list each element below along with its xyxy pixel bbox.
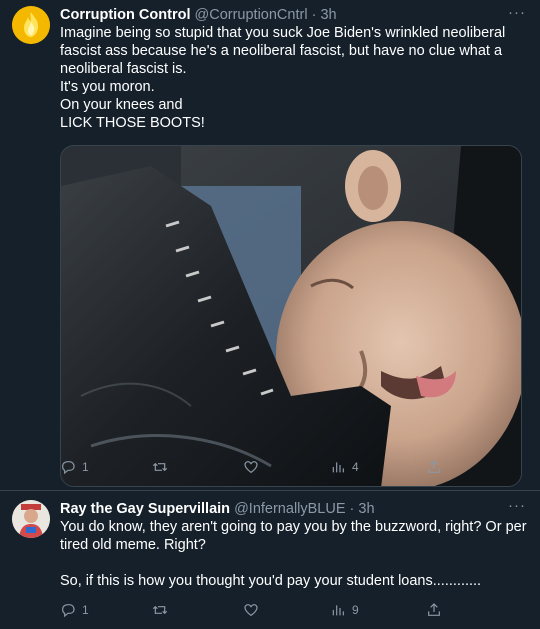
handle[interactable]: @CorruptionCntrl: [195, 7, 308, 23]
reply-count: 1: [82, 460, 89, 474]
photo-man-licking-boot-icon: [61, 146, 521, 486]
tweet-header: Corruption Control @CorruptionCntrl · 3h: [60, 6, 528, 24]
tweet[interactable]: Corruption Control @CorruptionCntrl · 3h…: [0, 0, 540, 490]
handle[interactable]: @InfernallyBLUE: [234, 501, 345, 517]
share-button[interactable]: [426, 600, 442, 620]
tweet-text-line: On your knees and: [60, 97, 183, 113]
tweet-photo[interactable]: [60, 145, 522, 487]
avatar[interactable]: [12, 500, 50, 538]
tweet-text-line: Imagine being so stupid that you suck Jo…: [60, 25, 506, 41]
share-icon: [428, 460, 440, 473]
reply-icon: [62, 604, 75, 618]
tweet-actions: 1 4: [60, 457, 480, 477]
like-button[interactable]: [243, 457, 265, 477]
tweet-content: Corruption Control @CorruptionCntrl · 3h…: [60, 6, 528, 132]
like-button[interactable]: [243, 600, 265, 620]
separator-dot: ·: [349, 501, 355, 517]
tweet[interactable]: Ray the Gay Supervillain @InfernallyBLUE…: [0, 490, 540, 629]
retweet-icon: [152, 605, 168, 615]
reply-icon: [62, 461, 75, 475]
heart-icon: [244, 604, 258, 617]
views-button[interactable]: 9: [330, 600, 359, 620]
view-count: 9: [352, 603, 359, 617]
tweet-text-line: tired old meme. Right?: [60, 537, 206, 553]
user-avatar-icon: [12, 500, 50, 538]
retweet-icon: [152, 462, 168, 472]
display-name[interactable]: Ray the Gay Supervillain: [60, 501, 230, 517]
separator-dot: ·: [311, 7, 317, 23]
views-button[interactable]: 4: [330, 457, 359, 477]
flame-avatar-icon: [12, 6, 50, 44]
tweet-text-line: LICK THOSE BOOTS!: [60, 115, 205, 131]
share-button[interactable]: [426, 457, 442, 477]
timestamp[interactable]: 3h: [358, 501, 374, 517]
tweet-header: Ray the Gay Supervillain @InfernallyBLUE…: [60, 500, 528, 518]
tweet-content: Ray the Gay Supervillain @InfernallyBLUE…: [60, 500, 528, 590]
tweet-actions: 1 9: [60, 600, 480, 620]
tweet-text-line: neoliberal fascist is.: [60, 61, 187, 77]
analytics-icon: [332, 462, 344, 473]
reply-button[interactable]: 1: [60, 600, 89, 620]
analytics-icon: [332, 605, 344, 616]
reply-button[interactable]: 1: [60, 457, 89, 477]
more-options-button[interactable]: ···: [508, 497, 526, 515]
timestamp[interactable]: 3h: [320, 7, 336, 23]
tweet-text-line: So, if this is how you thought you'd pay…: [60, 573, 482, 589]
view-count: 4: [352, 460, 359, 474]
reply-count: 1: [82, 603, 89, 617]
retweet-button[interactable]: [152, 600, 174, 620]
display-name[interactable]: Corruption Control: [60, 7, 190, 23]
heart-icon: [244, 461, 258, 474]
tweet-text-line: [60, 554, 528, 572]
tweet-text: Imagine being so stupid that you suck Jo…: [60, 24, 528, 132]
tweet-text-line: fascist ass because he's a neoliberal fa…: [60, 43, 503, 59]
share-icon: [428, 603, 440, 616]
tweet-text-line: You do know, they aren't going to pay yo…: [60, 519, 527, 535]
avatar[interactable]: [12, 6, 50, 44]
tweet-text-line: It's you moron.: [60, 79, 155, 95]
tweet-text: You do know, they aren't going to pay yo…: [60, 518, 528, 590]
more-options-button[interactable]: ···: [508, 4, 526, 22]
retweet-button[interactable]: [152, 457, 174, 477]
